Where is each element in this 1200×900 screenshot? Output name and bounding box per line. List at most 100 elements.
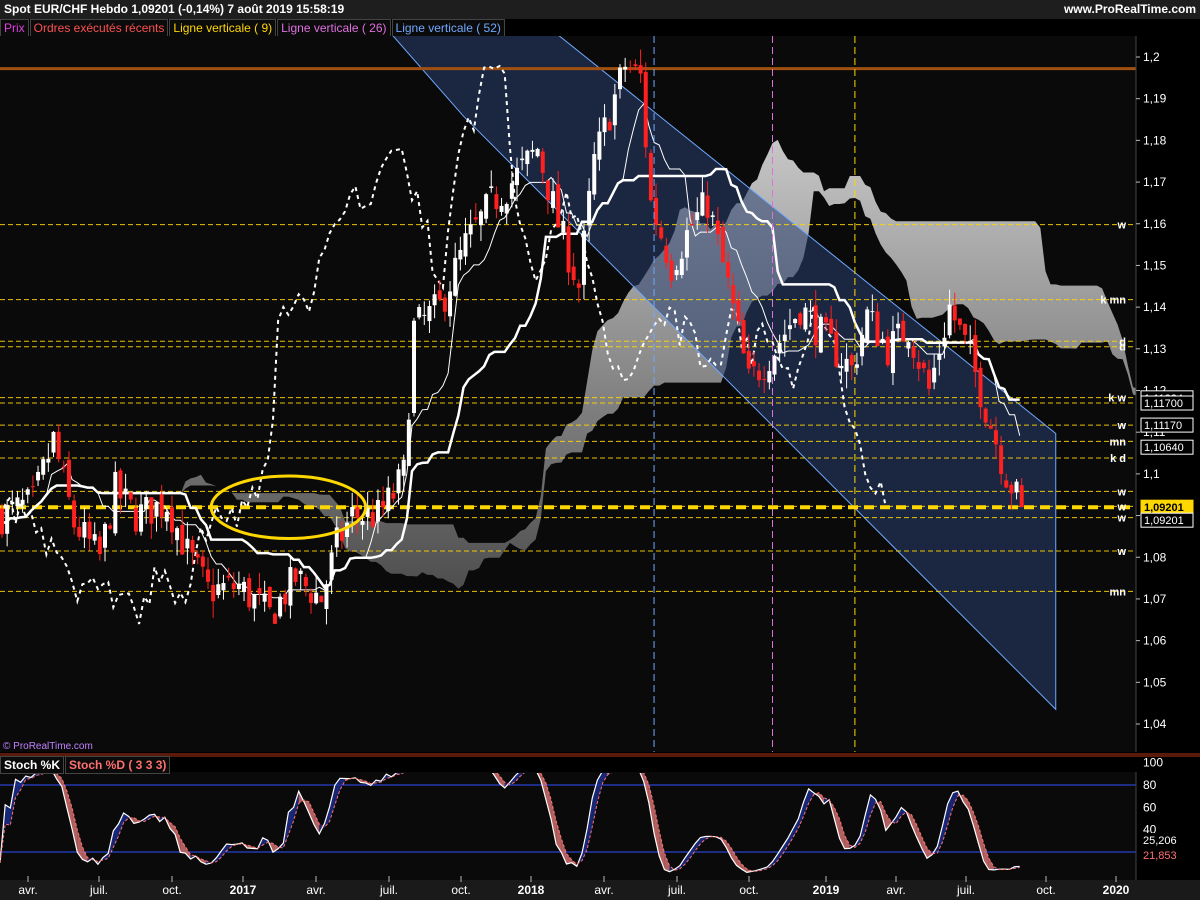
candle-body [993, 430, 998, 445]
candle-body [10, 501, 15, 505]
y-tick-label: 1,1 [1143, 467, 1160, 481]
candle-body [216, 584, 221, 596]
stoch-fill [412, 765, 417, 768]
candle-body [1009, 484, 1014, 494]
candle-body [963, 323, 968, 335]
legend-stoch-d[interactable]: Stoch %D ( 3 3 3) [65, 756, 171, 774]
stoch-fill [438, 767, 443, 772]
level-tag: w [1116, 220, 1126, 232]
candle-body [504, 203, 509, 214]
candle-body [164, 511, 169, 522]
candle-body [185, 538, 190, 549]
candle-body [247, 578, 252, 608]
stoch-fill [618, 766, 623, 771]
candle-body [478, 211, 483, 226]
candle-body [1019, 485, 1024, 508]
candle-body [751, 361, 756, 367]
candle-body [818, 316, 823, 353]
candle-body [684, 230, 689, 258]
candle-body [159, 494, 164, 517]
candle-body [46, 458, 51, 463]
candle-body [257, 588, 262, 594]
y-tick-label: 1,16 [1143, 217, 1167, 231]
svg-text:1,11700: 1,11700 [1144, 398, 1183, 410]
candle-body [427, 306, 432, 322]
stoch-k-text: 25,206 [1143, 835, 1177, 847]
y-tick-label: 1,17 [1143, 175, 1167, 189]
candle-body [592, 154, 597, 195]
candle-body [587, 190, 592, 226]
candle-body [381, 500, 386, 508]
candle-body [345, 522, 350, 538]
candle-body [1014, 481, 1019, 493]
x-tick-label: 2019 [813, 883, 840, 897]
candle-body [746, 350, 751, 369]
candle-body [576, 283, 581, 288]
y-tick-label: 1,06 [1143, 634, 1167, 648]
candle-body [267, 586, 272, 608]
candle-body [896, 323, 901, 329]
candle-body [108, 525, 113, 529]
svg-text:1,10640: 1,10640 [1144, 442, 1184, 454]
candle-body [865, 309, 870, 342]
candle-body [983, 408, 988, 423]
candle-body [180, 525, 185, 555]
candle-body [82, 521, 87, 538]
candle-body [272, 613, 277, 624]
price-label-4: 1,09201 [1140, 499, 1194, 515]
stoch-d-text: 21,853 [1143, 850, 1177, 862]
candle-body [5, 504, 10, 534]
candle-body [911, 346, 916, 358]
candle-body [370, 512, 375, 527]
candle-body [602, 117, 607, 133]
candle-body [329, 552, 334, 580]
candle-body [690, 224, 695, 226]
candle-body [612, 94, 617, 126]
legend-stoch-k[interactable]: Stoch %K [0, 756, 65, 774]
candle-body [463, 233, 468, 257]
candle-body [581, 230, 586, 285]
candle-body [324, 584, 329, 610]
candle-body [824, 317, 828, 323]
candle-body [489, 186, 494, 189]
candle-body [278, 596, 283, 617]
candle-body [319, 595, 324, 603]
candle-body [231, 583, 236, 590]
candle-body [782, 334, 787, 341]
candle-body [386, 487, 391, 512]
y-tick-label: 1,14 [1143, 300, 1167, 314]
candle-body [700, 192, 705, 216]
candle-body [721, 226, 725, 263]
candle-body [303, 577, 308, 587]
x-tick-label: juil. [956, 883, 975, 897]
stoch-fill [427, 766, 432, 767]
candle-body [149, 497, 154, 524]
candle-body [484, 194, 489, 219]
candle-body [901, 320, 906, 342]
candle-body [15, 497, 20, 507]
candle-body [442, 297, 447, 312]
candle-body [927, 369, 931, 389]
stoch-tick-label: 60 [1143, 800, 1157, 814]
candle-body [767, 371, 772, 383]
level-tag: w [1116, 486, 1126, 498]
candle-body [226, 575, 231, 578]
candle-body [849, 355, 854, 366]
candle-body [139, 504, 144, 532]
stoch-fill [525, 769, 530, 772]
candle-body [947, 304, 952, 336]
candle-body [551, 191, 556, 208]
price-chart[interactable]: 1,21,191,181,171,161,151,141,131,121,111… [0, 0, 1200, 900]
candle-body [633, 64, 638, 67]
candle-body [97, 536, 102, 554]
stoch-fill [628, 766, 633, 767]
level-tag: d [1119, 342, 1126, 354]
candle-body [952, 305, 957, 321]
candle-body [195, 554, 200, 558]
level-tag: w [1116, 546, 1126, 558]
stoch-fill [613, 770, 618, 772]
y-tick-label: 1,15 [1143, 258, 1167, 272]
candle-body [350, 506, 355, 517]
candle-body [648, 152, 653, 201]
price-label-5: 1,09201 [1140, 512, 1194, 528]
